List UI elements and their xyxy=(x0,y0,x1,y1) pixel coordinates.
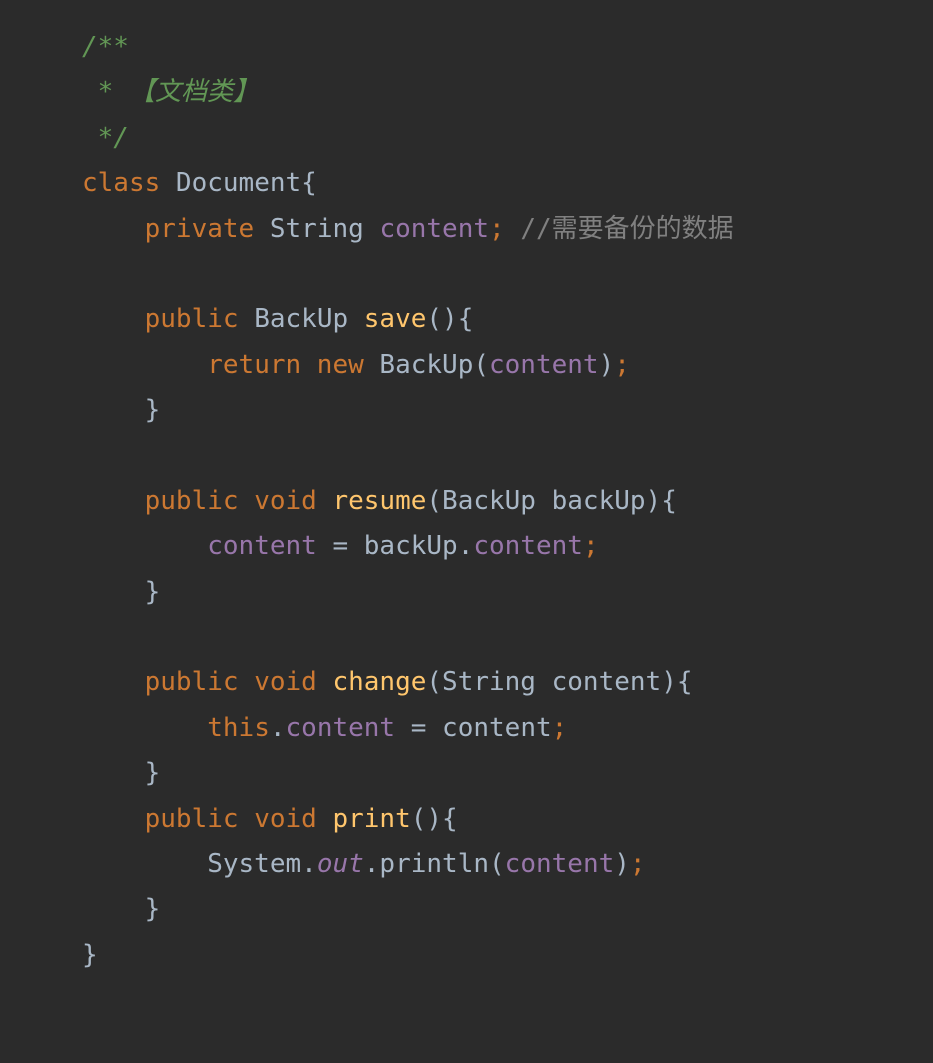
method-name-token: change xyxy=(332,667,427,698)
static-field-token: out xyxy=(316,849,364,880)
keyword-token: ; xyxy=(582,531,599,562)
code-line: } xyxy=(82,570,734,615)
doc-comment-token: */ xyxy=(82,122,129,153)
doc-comment-token: /** xyxy=(82,32,129,62)
code-text-token: } xyxy=(82,939,98,970)
code-text-token: String xyxy=(269,213,380,244)
field-token: content xyxy=(379,213,490,244)
code-block[interactable]: /** * 【文档类】 */ class Document{ private St… xyxy=(82,25,734,978)
code-text-token: System. xyxy=(82,849,317,880)
code-line: class Document{ xyxy=(82,161,734,206)
code-line: public void change(String content){ xyxy=(82,660,734,705)
code-text-token: } xyxy=(82,758,161,789)
code-text-token: (String content){ xyxy=(426,667,693,698)
code-editor[interactable]: /** * 【文档类】 */ class Document{ private St… xyxy=(0,0,933,1063)
code-line: return new BackUp(content); xyxy=(82,343,734,388)
code-line: public void print(){ xyxy=(82,797,734,842)
doc-comment-token: * 【文档类】 xyxy=(82,77,259,108)
code-line: public void resume(BackUp backUp){ xyxy=(82,479,734,524)
code-line: } xyxy=(82,388,734,433)
keyword-token: public xyxy=(144,304,255,335)
field-token: content xyxy=(473,531,583,562)
code-line: * 【文档类】 xyxy=(82,70,734,115)
keyword-token: ; xyxy=(489,213,521,244)
code-line: } xyxy=(82,887,734,932)
keyword-token: class xyxy=(82,168,176,199)
code-text-token: = content xyxy=(410,712,552,743)
code-line: /** xyxy=(82,25,734,70)
code-line: content = backUp.content; xyxy=(82,524,734,569)
code-text-token: .println( xyxy=(363,849,505,880)
code-line: } xyxy=(82,751,734,796)
code-text-token: } xyxy=(82,576,161,607)
field-token: content xyxy=(489,349,599,380)
code-text-token: . xyxy=(269,712,286,743)
code-text-token: (){ xyxy=(426,304,474,335)
method-name-token: print xyxy=(332,803,411,834)
code-text-token: ) xyxy=(598,349,615,380)
code-text-token: (BackUp backUp){ xyxy=(426,485,677,516)
keyword-token: return new xyxy=(207,349,380,380)
code-text-token: BackUp( xyxy=(379,349,489,380)
code-line: System.out.println(content); xyxy=(82,842,734,887)
line-comment-token: //需要备份的数据 xyxy=(520,213,734,244)
method-name-token: resume xyxy=(332,485,427,516)
field-token: content xyxy=(207,531,333,562)
field-token: content xyxy=(504,849,615,880)
keyword-token: public void xyxy=(144,667,333,698)
code-line: this.content = content; xyxy=(82,706,734,751)
keyword-token: public void xyxy=(144,485,333,516)
code-line: } xyxy=(82,933,734,978)
code-text-token: ) xyxy=(614,849,630,880)
keyword-token: ; xyxy=(551,712,568,743)
field-token: content xyxy=(285,712,411,743)
code-text-token: BackUp xyxy=(254,304,364,335)
code-text-token: } xyxy=(82,395,161,426)
code-line: public BackUp save(){ xyxy=(82,297,734,342)
keyword-token: public void xyxy=(144,803,333,834)
code-line: private String content; //需要备份的数据 xyxy=(82,207,734,252)
code-text-token: (){ xyxy=(410,803,458,834)
keyword-token: ; xyxy=(614,349,630,380)
keyword-token: ; xyxy=(629,849,646,880)
keyword-token: this xyxy=(207,712,270,743)
code-line: */ xyxy=(82,116,734,161)
code-text-token: } xyxy=(82,894,161,925)
method-name-token: save xyxy=(363,304,427,335)
code-text-token: Document{ xyxy=(175,168,317,199)
keyword-token: private xyxy=(144,213,270,244)
code-text-token: = backUp. xyxy=(332,531,474,562)
